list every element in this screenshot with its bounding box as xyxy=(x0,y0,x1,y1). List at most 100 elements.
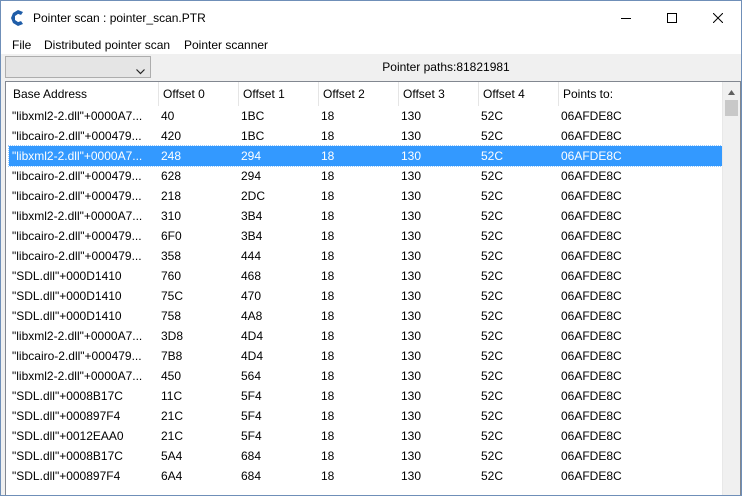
scan-selector-dropdown[interactable] xyxy=(5,56,151,78)
offset-3-cell: 130 xyxy=(401,309,422,323)
offset-4-cell: 52C xyxy=(481,169,504,183)
scroll-thumb[interactable] xyxy=(725,100,738,116)
base-address-cell: "SDL.dll"+000D1410 xyxy=(12,289,122,303)
points-to-cell: 06AFDE8C xyxy=(561,269,622,283)
table-row[interactable]: "SDL.dll"+000D1410 75C 470 18 130 52C 06AFDE8C xyxy=(9,286,722,306)
offset-1-cell: 468 xyxy=(241,269,262,283)
offset-3-cell: 130 xyxy=(401,369,422,383)
column-header-points-to[interactable]: Points to: xyxy=(559,82,722,106)
table-row[interactable]: "libcairo-2.dll"+000479... 7B8 4D4 18 130 52C… xyxy=(9,346,722,366)
pointer-results-list[interactable]: Base Address Offset 0 Offset 1 Offset 2 … xyxy=(5,81,741,495)
column-header-base-address[interactable]: Base Address xyxy=(9,82,159,106)
offset-2-cell: 18 xyxy=(321,449,335,463)
base-address-cell: "libxml2-2.dll"+0000A7... xyxy=(12,329,143,343)
points-to-cell: 06AFDE8C xyxy=(561,189,622,203)
offset-4-cell: 52C xyxy=(481,229,504,243)
base-address-cell: "libcairo-2.dll"+000479... xyxy=(12,349,142,363)
points-to-cell: 06AFDE8C xyxy=(561,229,622,243)
table-row[interactable]: "libxml2-2.dll"+0000A7... 248 294 18 130 52C 0… xyxy=(8,145,723,167)
offset-4-cell: 52C xyxy=(481,429,504,443)
table-row[interactable]: "SDL.dll"+000897F4 6A4 684 18 130 52C 06AFDE8C xyxy=(9,466,722,486)
table-row[interactable]: "libxml2-2.dll"+0000A7... 40 1BC 18 130 52C 06… xyxy=(9,106,722,126)
offset-4-cell: 52C xyxy=(481,129,504,143)
offset-1-cell: 1BC xyxy=(241,129,265,143)
minimize-button[interactable] xyxy=(603,1,649,35)
menu-distributed-pointer-scan[interactable]: Distributed pointer scan xyxy=(44,38,170,52)
column-header-offset-2[interactable]: Offset 2 xyxy=(319,82,399,106)
offset-3-cell: 130 xyxy=(401,129,422,143)
table-row[interactable]: "libcairo-2.dll"+000479... 420 1BC 18 130 52C… xyxy=(9,126,722,146)
offset-2-cell: 18 xyxy=(321,209,335,223)
base-address-cell: "libxml2-2.dll"+0000A7... xyxy=(12,369,143,383)
vertical-scrollbar[interactable] xyxy=(722,82,740,495)
offset-1-cell: 4D4 xyxy=(241,329,264,343)
table-row[interactable]: "libxml2-2.dll"+0000A7... 3D8 4D4 18 130 52C 0… xyxy=(9,326,722,346)
table-row[interactable]: "SDL.dll"+0008B17C 5A4 684 18 130 52C 06AFDE8C xyxy=(9,446,722,466)
table-row[interactable]: "SDL.dll"+0012EAA0 21C 5F4 18 130 52C 06AFDE8C xyxy=(9,426,722,446)
offset-1-cell: 3B4 xyxy=(241,209,263,223)
offset-4-cell: 52C xyxy=(481,109,504,123)
scroll-up-button[interactable] xyxy=(723,82,740,99)
offset-0-cell: 6A4 xyxy=(161,469,183,483)
offset-0-cell: 75C xyxy=(161,289,184,303)
title-bar[interactable]: Pointer scan : pointer_scan.PTR xyxy=(1,1,741,35)
chevron-down-icon xyxy=(136,64,145,78)
column-header-offset-4[interactable]: Offset 4 xyxy=(479,82,559,106)
offset-0-cell: 6F0 xyxy=(161,229,182,243)
table-row[interactable]: "libxml2-2.dll"+0000A7... 450 564 18 130 52C 0… xyxy=(9,366,722,386)
offset-2-cell: 18 xyxy=(321,309,335,323)
offset-3-cell: 130 xyxy=(401,269,422,283)
offset-3-cell: 130 xyxy=(401,229,422,243)
scroll-up-arrow-icon xyxy=(728,84,735,98)
offset-3-cell: 130 xyxy=(401,289,422,303)
column-header-offset-3[interactable]: Offset 3 xyxy=(399,82,479,106)
offset-4-cell: 52C xyxy=(481,269,504,283)
offset-3-cell: 130 xyxy=(401,349,422,363)
offset-3-cell: 130 xyxy=(401,209,422,223)
offset-2-cell: 18 xyxy=(321,269,335,283)
offset-2-cell: 18 xyxy=(321,409,335,423)
table-row[interactable]: "libcairo-2.dll"+000479... 218 2DC 18 130 52C… xyxy=(9,186,722,206)
table-row[interactable]: "libcairo-2.dll"+000479... 6F0 3B4 18 130 52C… xyxy=(9,226,722,246)
table-row[interactable]: "SDL.dll"+0008B17C 11C 5F4 18 130 52C 06AFDE8C xyxy=(9,386,722,406)
points-to-cell: 06AFDE8C xyxy=(561,149,622,163)
base-address-cell: "libcairo-2.dll"+000479... xyxy=(12,229,142,243)
table-row[interactable]: "SDL.dll"+000D1410 760 468 18 130 52C 06AFDE8C xyxy=(9,266,722,286)
base-address-cell: "SDL.dll"+000D1410 xyxy=(12,309,122,323)
offset-4-cell: 52C xyxy=(481,389,504,403)
table-row[interactable]: "libxml2-2.dll"+0000A7... 310 3B4 18 130 52C 0… xyxy=(9,206,722,226)
offset-3-cell: 130 xyxy=(401,249,422,263)
points-to-cell: 06AFDE8C xyxy=(561,449,622,463)
offset-0-cell: 420 xyxy=(161,129,182,143)
offset-3-cell: 130 xyxy=(401,409,422,423)
menu-pointer-scanner[interactable]: Pointer scanner xyxy=(184,38,268,52)
table-row[interactable]: "SDL.dll"+000D1410 758 4A8 18 130 52C 06AFDE8C xyxy=(9,306,722,326)
offset-2-cell: 18 xyxy=(321,169,335,183)
offset-1-cell: 3B4 xyxy=(241,229,263,243)
offset-4-cell: 52C xyxy=(481,469,504,483)
offset-4-cell: 52C xyxy=(481,189,504,203)
table-row[interactable]: "libcairo-2.dll"+000479... 358 444 18 130 52C… xyxy=(9,246,722,266)
points-to-cell: 06AFDE8C xyxy=(561,409,622,423)
maximize-button[interactable] xyxy=(649,1,695,35)
column-header-offset-0[interactable]: Offset 0 xyxy=(159,82,239,106)
table-row[interactable]: "libcairo-2.dll"+000479... 628 294 18 130 52C… xyxy=(9,166,722,186)
offset-4-cell: 52C xyxy=(481,369,504,383)
offset-0-cell: 218 xyxy=(161,189,182,203)
offset-4-cell: 52C xyxy=(481,329,504,343)
table-row[interactable]: "SDL.dll"+000897F4 21C 5F4 18 130 52C 06AFDE8C xyxy=(9,406,722,426)
points-to-cell: 06AFDE8C xyxy=(561,389,622,403)
base-address-cell: "SDL.dll"+0008B17C xyxy=(12,389,123,403)
menu-file[interactable]: File xyxy=(12,38,31,52)
close-button[interactable] xyxy=(695,1,741,35)
base-address-cell: "SDL.dll"+000897F4 xyxy=(12,469,121,483)
offset-2-cell: 18 xyxy=(321,329,335,343)
offset-4-cell: 52C xyxy=(481,409,504,423)
close-icon xyxy=(713,13,723,23)
offset-2-cell: 18 xyxy=(321,189,335,203)
offset-1-cell: 684 xyxy=(241,469,262,483)
maximize-icon xyxy=(667,13,677,23)
column-header-offset-1[interactable]: Offset 1 xyxy=(239,82,319,106)
offset-1-cell: 294 xyxy=(241,169,262,183)
offset-0-cell: 310 xyxy=(161,209,182,223)
